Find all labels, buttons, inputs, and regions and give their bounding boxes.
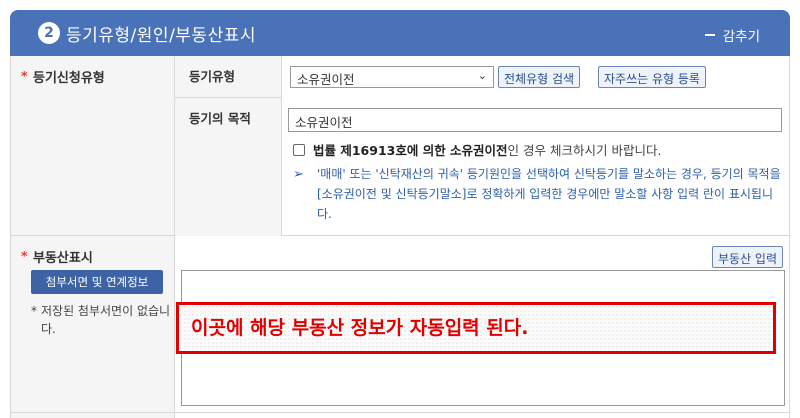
bottom-divider <box>10 412 790 413</box>
annotation-callout: 이곳에 해당 부동산 정보가 자동입력 된다. <box>176 302 776 354</box>
purpose-input[interactable]: 소유권이전 <box>288 108 782 132</box>
trust-notice: ➢ '매매' 또는 '신탁재산의 귀속' 등기원인을 선택하여 신탁등기를 말소… <box>293 164 787 224</box>
step-number-badge: 2 <box>38 22 60 44</box>
type-label: 등기유형 <box>175 56 282 98</box>
real-estate-label-cell: * 부동산표시 첨부서면 및 연계정보 * 저장된 첨부서면이 없습니다. <box>11 236 175 418</box>
real-estate-input-button[interactable]: 부동산 입력 <box>711 246 783 268</box>
registration-form: * 등기신청유형 등기유형 등기의 목적 소유권이전 ⌄ 전체유형 검색 자주쓰… <box>10 56 791 418</box>
no-attachments-text: 저장된 첨부서면이 없습니다. <box>41 304 171 336</box>
collapse-label: 감추기 <box>722 29 760 45</box>
attachments-button[interactable]: 첨부서면 및 연계정보 <box>31 270 163 294</box>
type-select-value: 소유권이전 <box>297 72 355 87</box>
required-marker: * <box>21 68 28 83</box>
law-checkbox-label: 인 경우 체크하시기 바랍니다. <box>507 143 662 158</box>
collapse-button[interactable]: 감추기 <box>704 25 760 45</box>
law-checkbox[interactable] <box>293 143 305 156</box>
purpose-label: 등기의 목적 <box>175 98 282 236</box>
arrow-right-icon: ➢ <box>293 167 304 182</box>
law-checkbox-row: 법률 제16913호에 의한 소유권이전 인 경우 체크하시기 바랍니다. <box>293 140 661 159</box>
registration-type-row: * 등기신청유형 등기유형 등기의 목적 소유권이전 ⌄ 전체유형 검색 자주쓰… <box>11 56 791 236</box>
chevron-down-icon: ⌄ <box>477 69 487 82</box>
registration-type-label-cell: * 등기신청유형 <box>11 56 175 235</box>
bullet-marker: * <box>31 304 37 318</box>
section-header: 2 등기유형/원인/부동산표시 감추기 <box>10 10 790 56</box>
no-attachments-message: * 저장된 첨부서면이 없습니다. <box>31 302 171 338</box>
required-marker: * <box>21 248 28 263</box>
real-estate-label: 부동산표시 <box>33 251 93 266</box>
trust-notice-text: '매매' 또는 '신탁재산의 귀속' 등기원인을 선택하여 신탁등기를 말소하는… <box>317 167 781 221</box>
type-select[interactable]: 소유권이전 ⌄ <box>290 66 494 88</box>
minus-icon <box>704 34 715 36</box>
law-checkbox-label-bold: 법률 제16913호에 의한 소유권이전 <box>313 143 508 158</box>
search-all-types-button[interactable]: 전체유형 검색 <box>498 66 581 88</box>
register-favorite-type-button[interactable]: 자주쓰는 유형 등록 <box>598 66 706 88</box>
section-title: 등기유형/원인/부동산표시 <box>66 25 256 46</box>
registration-type-label: 등기신청유형 <box>33 71 105 86</box>
